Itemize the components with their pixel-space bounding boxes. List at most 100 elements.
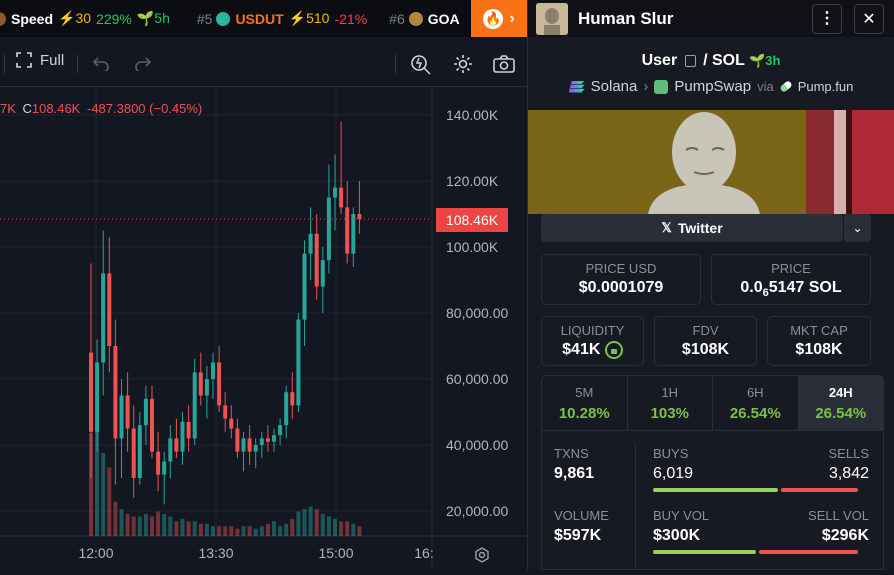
- y-tick-label: 120.00K: [446, 173, 499, 189]
- candle-body[interactable]: [326, 197, 331, 261]
- candle-body[interactable]: [241, 438, 246, 452]
- tab-24h[interactable]: 24H 26.54%: [798, 376, 883, 430]
- chain-name[interactable]: Solana: [591, 78, 638, 95]
- ticker-item[interactable]: Speed ⚡30 229% 🌱5h: [0, 10, 175, 27]
- candle-body[interactable]: [186, 421, 191, 439]
- candle-body[interactable]: [278, 425, 283, 436]
- candle-body[interactable]: [235, 428, 240, 452]
- candle-body[interactable]: [302, 253, 307, 320]
- candle-body[interactable]: [253, 445, 258, 452]
- timeframe-tabs: 5M 10.28% 1H 103% 6H 26.54% 24H 26.54%: [541, 375, 884, 431]
- ticker-rank: #5: [196, 10, 213, 27]
- price-chart[interactable]: 140.00K 120.00K 100.00K 80,000.00 60,000.00 4…: [0, 88, 527, 570]
- candle-body[interactable]: [180, 421, 185, 452]
- launchpad-name[interactable]: Pump.fun: [798, 79, 854, 94]
- candle-body[interactable]: [89, 352, 93, 432]
- candle-body[interactable]: [265, 438, 270, 442]
- token-title: Human Slur: [578, 8, 674, 28]
- chart-settings-icon[interactable]: [474, 547, 490, 563]
- candle-body[interactable]: [168, 438, 173, 462]
- candle-body[interactable]: [314, 233, 319, 287]
- socials-dropdown-button[interactable]: ⌄: [843, 214, 871, 242]
- candle-body[interactable]: [137, 425, 142, 478]
- candle-body[interactable]: [125, 395, 130, 429]
- candle-body[interactable]: [229, 418, 234, 429]
- tab-6h[interactable]: 6H 26.54%: [713, 376, 799, 430]
- candle-body[interactable]: [174, 438, 179, 452]
- candle-body[interactable]: [204, 379, 209, 396]
- pumpswap-icon: [654, 79, 669, 94]
- candle-body[interactable]: [272, 435, 276, 442]
- candle-body[interactable]: [119, 395, 124, 439]
- fdv-value: $108K: [681, 341, 730, 358]
- settings-gear-icon[interactable]: [452, 53, 474, 75]
- candle-body[interactable]: [296, 319, 301, 406]
- candle-body[interactable]: [101, 273, 106, 363]
- pill-icon: [778, 79, 793, 94]
- toolbar-divider: [77, 55, 78, 73]
- candle-body[interactable]: [192, 372, 197, 439]
- candle-body[interactable]: [247, 438, 252, 452]
- liquidity-value: $41K: [542, 341, 643, 359]
- candle-body[interactable]: [339, 187, 344, 208]
- market-cap-label: MKT CAP: [790, 323, 848, 338]
- candle-body[interactable]: [211, 362, 215, 380]
- candle-body[interactable]: [290, 392, 295, 406]
- candle-body[interactable]: [156, 451, 161, 475]
- dex-name[interactable]: PumpSwap: [674, 78, 751, 95]
- volume-value: $597K: [554, 527, 602, 544]
- volume-bar: [131, 516, 136, 536]
- ohlc-change: -487.3800 (−0.45%): [86, 101, 203, 116]
- candle-body[interactable]: [150, 398, 154, 452]
- volume-bar: [107, 467, 112, 536]
- volume-bar: [290, 518, 295, 536]
- candle-body[interactable]: [143, 398, 148, 426]
- close-button[interactable]: ✕: [854, 4, 884, 34]
- volume-bar: [204, 523, 209, 536]
- volume-bar: [314, 509, 319, 536]
- candle-body[interactable]: [351, 214, 356, 254]
- trending-fire-button[interactable]: 🔥 ›: [471, 0, 527, 37]
- tab-5m[interactable]: 5M 10.28%: [542, 376, 628, 430]
- chevron-down-icon: ⌄: [852, 221, 863, 235]
- candle-body[interactable]: [113, 346, 118, 439]
- camera-icon[interactable]: [492, 54, 516, 74]
- volume-bar: [174, 521, 179, 536]
- ticker-change: -21%: [334, 10, 368, 27]
- candle-body[interactable]: [107, 273, 112, 346]
- candlestick-chart[interactable]: 140.00K 120.00K 100.00K 80,000.00 60,000.00 4…: [0, 88, 527, 570]
- ticker-item[interactable]: #5 USDUT ⚡510 -21%: [197, 10, 367, 27]
- twitter-button[interactable]: 𝕏 Twitter: [541, 214, 843, 242]
- candle-body[interactable]: [284, 392, 289, 426]
- candle-body[interactable]: [345, 207, 350, 254]
- fullscreen-button[interactable]: Full: [15, 51, 64, 69]
- tab-1h[interactable]: 1H 103%: [628, 376, 713, 430]
- candle-body[interactable]: [95, 362, 100, 432]
- candle-body[interactable]: [198, 372, 203, 396]
- candle-body[interactable]: [131, 428, 136, 479]
- candle-body[interactable]: [333, 187, 337, 198]
- redo-icon[interactable]: [134, 57, 152, 71]
- buy-volume-ratio-bar: [653, 550, 756, 554]
- candle-body[interactable]: [259, 438, 264, 445]
- volume-bar: [241, 526, 246, 536]
- quote-symbol: SOL: [711, 52, 745, 69]
- x-tick-label: 15:00: [318, 545, 353, 561]
- candle-body[interactable]: [217, 362, 222, 406]
- base-symbol: User: [641, 52, 678, 69]
- copy-icon[interactable]: [684, 54, 696, 67]
- candle-body[interactable]: [223, 405, 228, 419]
- pair-title: User / SOL 🌱3h: [528, 52, 894, 70]
- candle-body[interactable]: [162, 461, 167, 475]
- quick-search-icon[interactable]: [410, 53, 432, 75]
- fdv-box: FDV $108K: [654, 316, 757, 366]
- ticker-item[interactable]: #6 GOA: [389, 11, 464, 27]
- undo-icon[interactable]: [92, 57, 110, 71]
- fdv-label: FDV: [692, 323, 719, 338]
- candle-body[interactable]: [320, 260, 325, 287]
- sells-ratio-bar: [781, 488, 858, 492]
- volume-bar: [235, 528, 240, 536]
- more-options-button[interactable]: ⋮: [812, 4, 842, 34]
- candle-body[interactable]: [357, 214, 362, 220]
- candle-body[interactable]: [308, 233, 313, 254]
